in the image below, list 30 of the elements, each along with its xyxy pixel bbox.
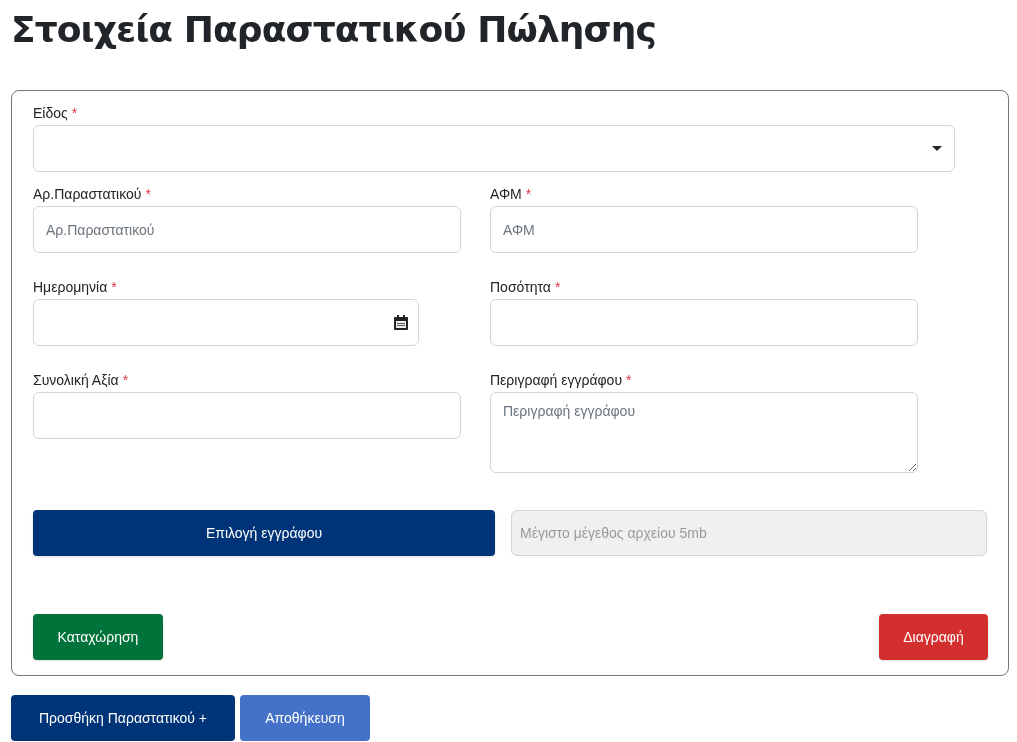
field-label: ΑΦΜ bbox=[490, 185, 522, 204]
field-label: Ποσότητα bbox=[490, 278, 551, 297]
choose-file-button[interactable]: Επιλογή εγγράφου bbox=[33, 510, 495, 556]
field-label: Ημερομηνία bbox=[33, 278, 108, 297]
calendar-icon[interactable] bbox=[394, 315, 408, 330]
delete-button[interactable]: Διαγραφή bbox=[879, 614, 988, 660]
required-asterisk: * bbox=[145, 185, 151, 204]
textarea-field[interactable]: Περιγραφή εγγράφου bbox=[490, 392, 918, 473]
caret-icon bbox=[932, 146, 942, 151]
input-field[interactable] bbox=[33, 392, 461, 439]
input-field[interactable]: Αρ.Παραστατικού bbox=[33, 206, 461, 253]
add-document-button[interactable]: Προσθήκη Παραστατικού + bbox=[11, 695, 235, 741]
required-asterisk: * bbox=[71, 104, 78, 123]
field-label: Είδος bbox=[33, 104, 68, 123]
required-asterisk: * bbox=[626, 371, 632, 390]
date-field[interactable] bbox=[33, 299, 419, 346]
required-asterisk: * bbox=[525, 185, 532, 204]
required-asterisk: * bbox=[554, 278, 561, 297]
field-label: Αρ.Παραστατικού bbox=[33, 185, 142, 204]
field-label: Συνολική Αξία bbox=[33, 371, 119, 390]
type-select[interactable] bbox=[33, 125, 955, 172]
page-title: Στοιχεία Παραστατικού Πώλησης bbox=[11, 8, 657, 52]
input-field[interactable]: ΑΦΜ bbox=[490, 206, 918, 253]
save-button[interactable]: Αποθήκευση bbox=[240, 695, 370, 741]
submit-button[interactable]: Καταχώρηση bbox=[33, 614, 163, 660]
input-field[interactable] bbox=[490, 299, 918, 346]
required-asterisk: * bbox=[122, 371, 129, 390]
required-asterisk: * bbox=[111, 278, 117, 297]
field-label: Περιγραφή εγγράφου bbox=[490, 371, 623, 390]
file-name-field: Μέγιστο μέγεθος αρχείου 5mb bbox=[511, 510, 987, 556]
